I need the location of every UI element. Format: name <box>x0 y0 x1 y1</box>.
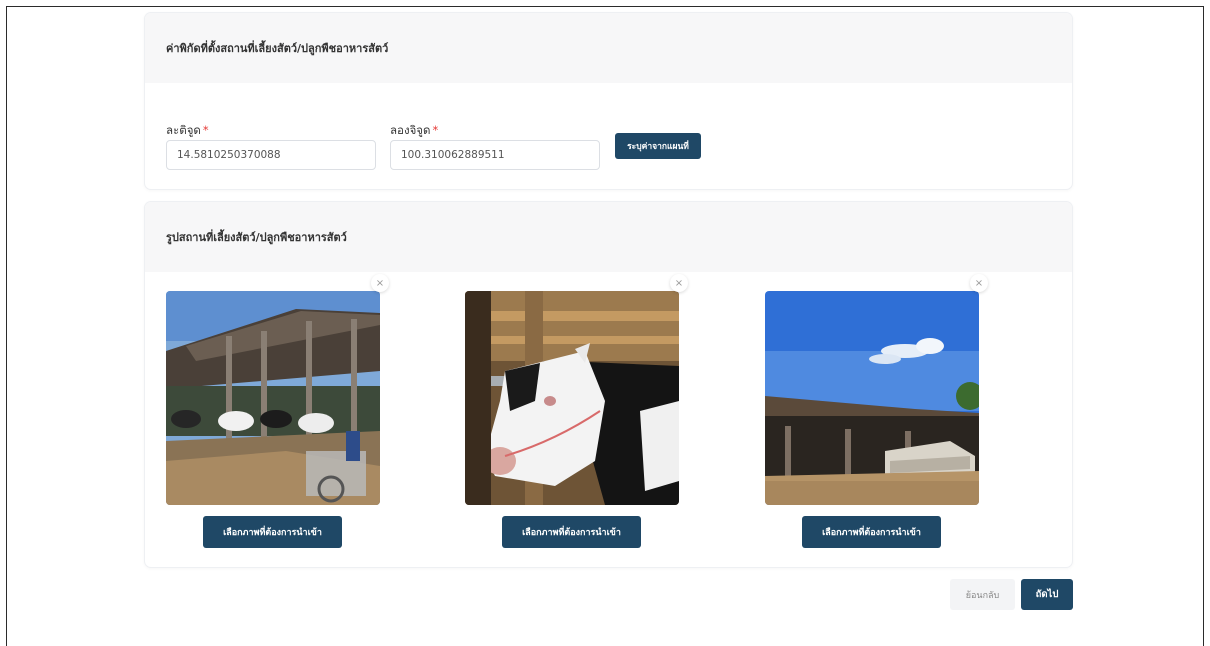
remove-photo-3-button[interactable]: × <box>970 274 988 292</box>
photo-slot-1: × เลือกภาพที่ต้องการนำเข้า <box>166 274 389 548</box>
required-marker: * <box>202 123 209 137</box>
longitude-label: ลองจิจูด * <box>390 123 439 137</box>
coordinates-card-title: ค่าพิกัดที่ตั้งสถานที่เลี้ยงสัตว์/ปลูกพื… <box>145 13 1072 83</box>
shed-photo <box>765 291 979 505</box>
longitude-input[interactable] <box>390 140 600 170</box>
coordinates-card: ค่าพิกัดที่ตั้งสถานที่เลี้ยงสัตว์/ปลูกพื… <box>145 13 1072 189</box>
photo-slot-2: × เลือกภาพที่ต้องการนำเข้า <box>465 274 688 548</box>
pick-from-map-button[interactable]: ระบุค่าจากแผนที่ <box>615 133 701 159</box>
latitude-input[interactable] <box>166 140 376 170</box>
choose-photo-2-button[interactable]: เลือกภาพที่ต้องการนำเข้า <box>502 516 641 548</box>
required-marker: * <box>432 123 439 137</box>
barn-photo <box>166 291 380 505</box>
latitude-label: ละติจูด * <box>166 123 209 137</box>
cow-photo <box>465 291 679 505</box>
latitude-field: ละติจูด * <box>166 122 376 170</box>
shed-photo-image <box>765 291 979 505</box>
photos-card-title: รูปสถานที่เลี้ยงสัตว์/ปลูกพืชอาหารสัตว์ <box>145 202 1072 272</box>
barn-photo-image <box>166 291 380 505</box>
choose-photo-1-button[interactable]: เลือกภาพที่ต้องการนำเข้า <box>203 516 342 548</box>
photo-slot-3: × เลือกภาพที่ต้องการนำเข้า <box>765 274 988 548</box>
photos-card: รูปสถานที่เลี้ยงสัตว์/ปลูกพืชอาหารสัตว์ <box>145 202 1072 567</box>
remove-photo-2-button[interactable]: × <box>670 274 688 292</box>
back-button[interactable]: ย้อนกลับ <box>950 579 1015 610</box>
remove-photo-1-button[interactable]: × <box>371 274 389 292</box>
next-button[interactable]: ถัดไป <box>1021 579 1073 610</box>
cow-photo-image <box>465 291 679 505</box>
choose-photo-3-button[interactable]: เลือกภาพที่ต้องการนำเข้า <box>802 516 941 548</box>
longitude-field: ลองจิจูด * <box>390 122 600 170</box>
